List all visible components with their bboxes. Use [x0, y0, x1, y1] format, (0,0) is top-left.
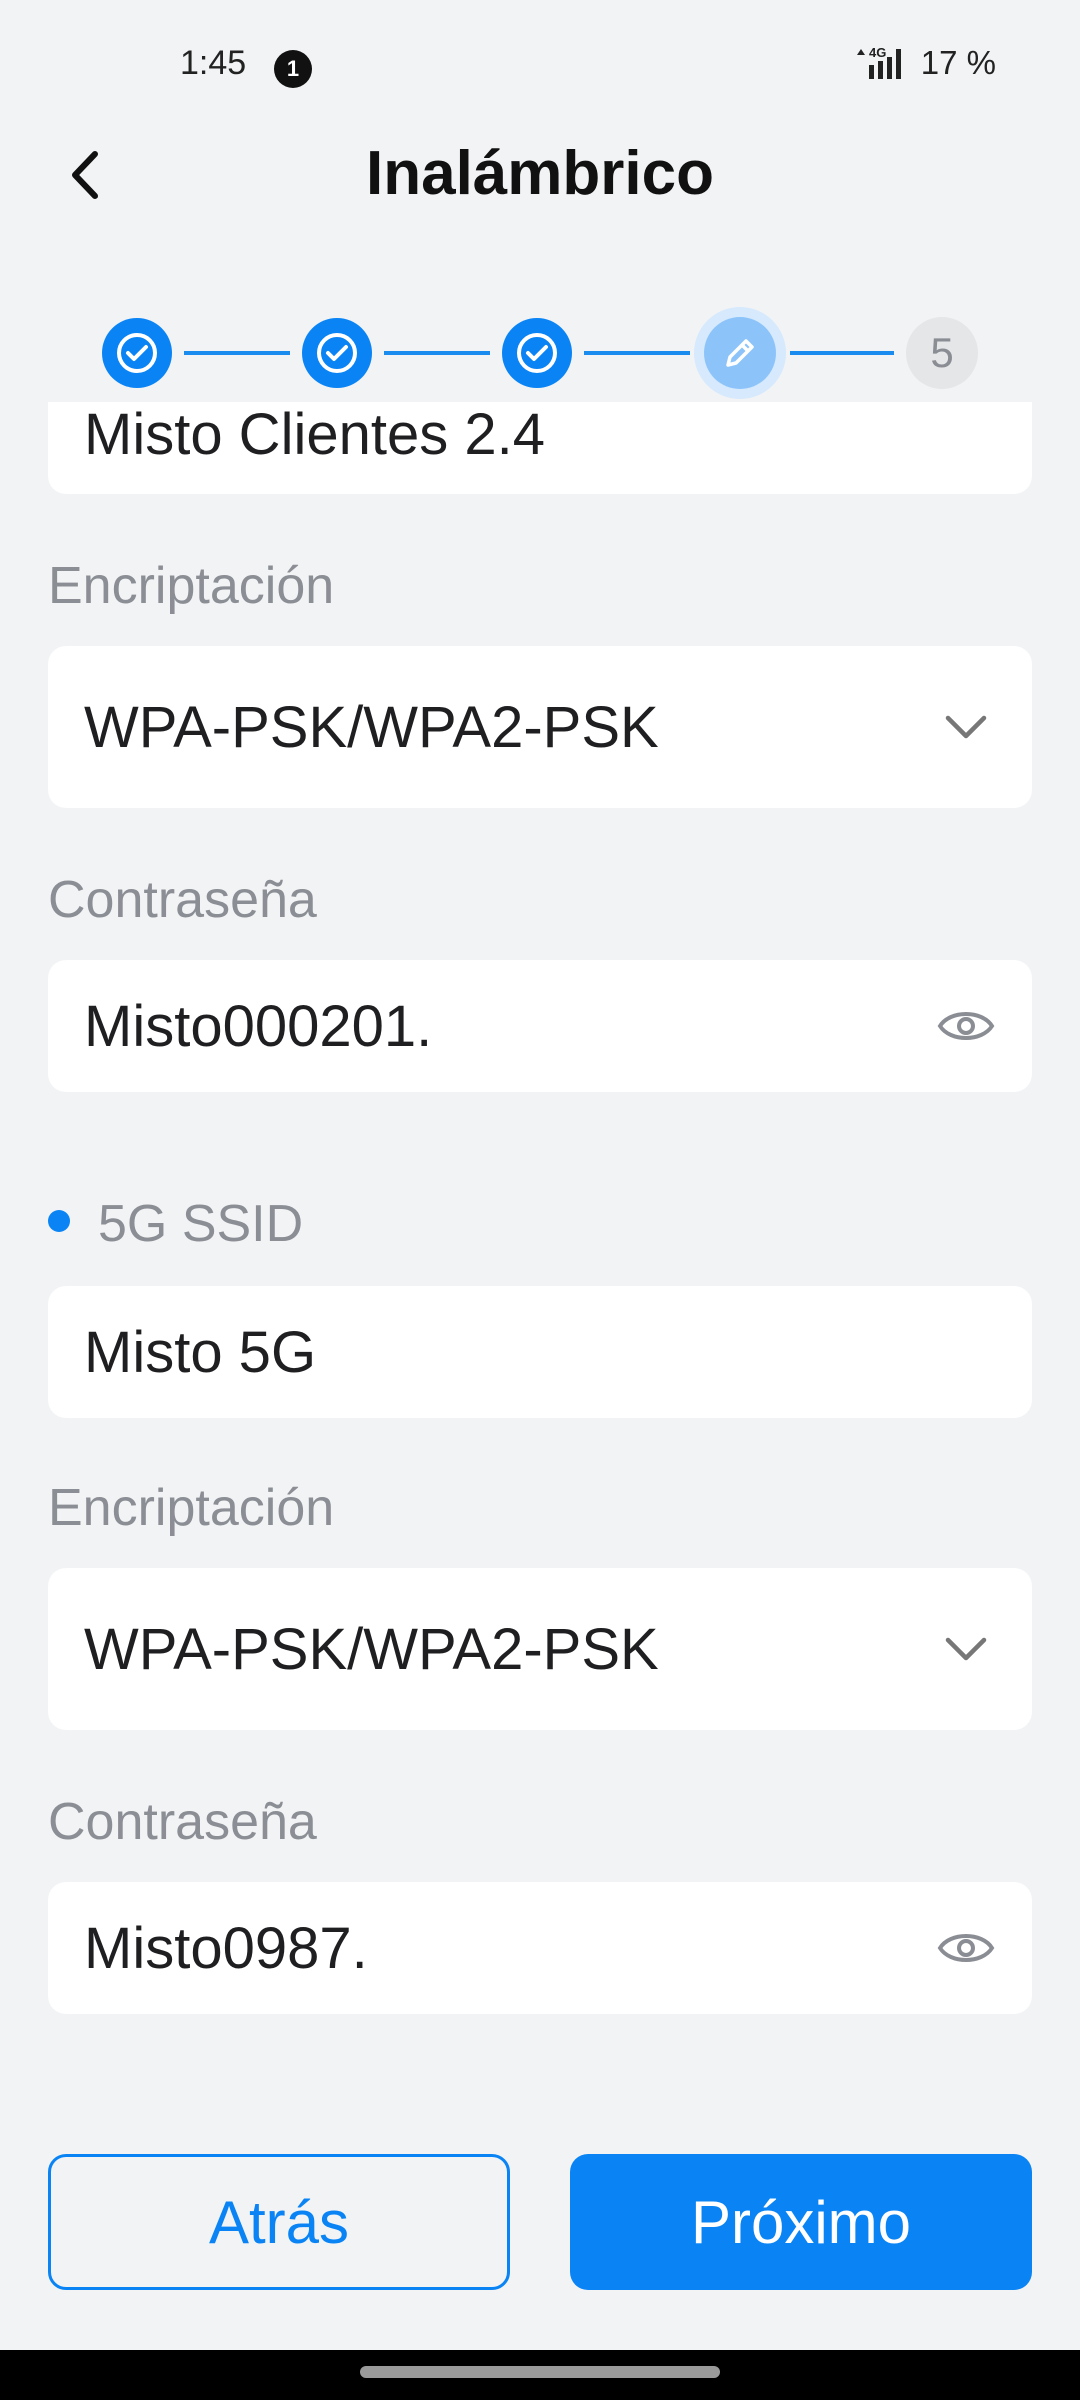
back-step-button[interactable]: Atrás — [48, 2154, 510, 2290]
progress-stepper: 5 — [0, 307, 1080, 399]
encryption-24-value: WPA-PSK/WPA2-PSK — [84, 694, 659, 760]
next-button[interactable]: Próximo — [570, 2154, 1032, 2290]
eye-icon[interactable] — [936, 996, 996, 1056]
chevron-down-icon — [936, 697, 996, 757]
step-4-current — [694, 307, 786, 399]
chevron-down-icon — [936, 1619, 996, 1679]
home-gesture-handle[interactable] — [360, 2366, 720, 2378]
section-dot — [48, 1210, 70, 1232]
step-connector — [790, 351, 894, 355]
encryption-5g-value: WPA-PSK/WPA2-PSK — [84, 1616, 659, 1682]
ssid-5g-value: Misto 5G — [84, 1319, 317, 1385]
eye-icon[interactable] — [936, 1918, 996, 1978]
ssid-5g-label: 5G SSID — [98, 1195, 304, 1253]
status-indicators: 4G 17 % — [855, 44, 996, 82]
check-circle-icon — [317, 333, 357, 373]
status-time: 1:45 — [180, 44, 247, 82]
ssid-24-field[interactable]: Misto Clientes 2.4 — [48, 402, 1032, 494]
password-5g-value: Misto0987. — [84, 1915, 368, 1981]
notification-badge: 1 — [274, 50, 312, 88]
password-5g-label: Contraseña — [48, 1793, 317, 1851]
step-connector — [384, 351, 490, 355]
password-24-label: Contraseña — [48, 871, 317, 929]
ssid-24-value: Misto Clientes 2.4 — [84, 401, 545, 467]
battery-level: 17 % — [920, 44, 996, 81]
signal-icon: 4G — [856, 45, 901, 79]
step-1-complete — [102, 318, 172, 388]
step-connector — [584, 351, 690, 355]
ssid-5g-field[interactable]: Misto 5G — [48, 1286, 1032, 1418]
password-5g-field[interactable]: Misto0987. — [48, 1882, 1032, 2014]
step-5-pending: 5 — [906, 317, 978, 389]
encryption-5g-select[interactable]: WPA-PSK/WPA2-PSK — [48, 1568, 1032, 1730]
encryption-5g-label: Encriptación — [48, 1479, 335, 1537]
password-24-value: Misto000201. — [84, 993, 433, 1059]
step-connector — [184, 351, 290, 355]
svg-text:4G: 4G — [869, 45, 886, 60]
pencil-icon — [726, 339, 754, 367]
step-2-complete — [302, 318, 372, 388]
encryption-24-select[interactable]: WPA-PSK/WPA2-PSK — [48, 646, 1032, 808]
password-24-field[interactable]: Misto000201. — [48, 960, 1032, 1092]
page-title: Inalámbrico — [366, 139, 714, 208]
check-circle-icon — [517, 333, 557, 373]
check-circle-icon — [117, 333, 157, 373]
encryption-24-label: Encriptación — [48, 557, 335, 615]
step-3-complete — [502, 318, 572, 388]
